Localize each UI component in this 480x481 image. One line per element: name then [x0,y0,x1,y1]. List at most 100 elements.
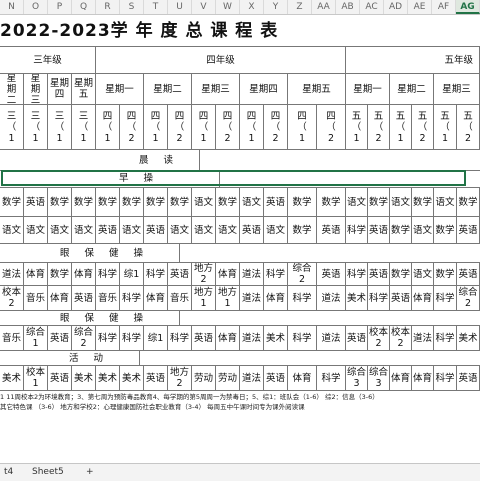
column-header[interactable]: Y [264,0,288,14]
table-cell[interactable]: 语文 [72,217,96,243]
day-cell[interactable]: 星 期 三 [24,74,48,104]
table-cell[interactable]: 语文 [0,217,24,243]
table-cell[interactable]: 科学 [96,326,120,350]
eye-exercise-label[interactable]: 眼 保 健 操 [0,244,180,262]
table-cell[interactable]: 科学 [317,366,346,390]
table-cell[interactable]: 英语 [24,188,48,216]
table-cell[interactable]: 语文 [240,188,264,216]
class-cell[interactable]: 四 （ 1 [96,105,120,149]
table-cell[interactable]: 英语 [346,326,368,350]
column-header-selected[interactable]: AG [456,0,480,14]
table-cell[interactable]: 体育 [412,286,434,310]
table-cell[interactable]: 体育 [144,286,168,310]
table-cell[interactable]: 道法 [240,366,264,390]
table-cell[interactable]: 地方 2 [168,366,192,390]
table-cell[interactable]: 数学 [48,263,72,285]
column-header[interactable]: T [144,0,168,14]
column-header[interactable]: N [0,0,24,14]
table-cell[interactable]: 综合 3 [368,366,390,390]
table-cell[interactable]: 语文 [390,188,412,216]
table-cell[interactable]: 英语 [240,217,264,243]
table-cell[interactable]: 语文 [192,217,216,243]
table-cell[interactable]: 美术 [0,366,24,390]
table-cell[interactable]: 语文 [264,217,288,243]
table-cell[interactable]: 校本 2 [368,326,390,350]
table-cell[interactable]: 数学 [96,188,120,216]
table-cell[interactable]: 综1 [144,326,168,350]
column-header[interactable]: P [48,0,72,14]
table-cell[interactable]: 科学 [144,263,168,285]
table-cell[interactable]: 美术 [457,326,480,350]
table-cell[interactable]: 英语 [317,263,346,285]
table-cell[interactable]: 英语 [368,263,390,285]
column-header[interactable]: U [168,0,192,14]
column-header[interactable]: W [216,0,240,14]
table-cell[interactable]: 道法 [317,326,346,350]
class-cell[interactable]: 五 （ 1 [346,105,368,149]
table-cell[interactable]: 校本 2 [0,286,24,310]
table-cell[interactable]: 语文 [346,188,368,216]
table-cell[interactable]: 英语 [317,217,346,243]
table-cell[interactable]: 数学 [168,188,192,216]
column-header[interactable]: S [120,0,144,14]
table-cell[interactable]: 体育 [390,366,412,390]
column-header[interactable]: R [96,0,120,14]
table-cell[interactable]: 数学 [390,217,412,243]
day-cell[interactable]: 星 期 二 [0,74,24,104]
table-cell[interactable]: 音乐 [0,326,24,350]
day-cell[interactable]: 星期 五 [72,74,96,104]
table-cell[interactable]: 数学 [317,188,346,216]
column-header[interactable]: V [192,0,216,14]
day-cell[interactable]: 星期四 [240,74,288,104]
table-cell[interactable]: 美术 [264,326,288,350]
table-cell[interactable]: 英语 [72,286,96,310]
eye-exercise-label[interactable]: 眼 保 健 操 [0,311,180,325]
table-cell[interactable]: 语文 [192,188,216,216]
column-header[interactable]: O [24,0,48,14]
table-cell[interactable]: 语文 [168,217,192,243]
table-cell[interactable]: 数学 [288,217,317,243]
table-cell[interactable]: 数学 [434,217,457,243]
table-cell[interactable]: 英语 [264,188,288,216]
class-cell[interactable]: 五 （ 1 [434,105,457,149]
table-cell[interactable]: 劳动 [216,366,240,390]
table-cell[interactable]: 数学 [288,188,317,216]
grade-5-header[interactable]: 五年级 [346,47,480,73]
table-cell[interactable]: 体育 [216,263,240,285]
column-header[interactable]: X [240,0,264,14]
day-cell[interactable]: 星期 四 [48,74,72,104]
class-cell[interactable]: 四 （ 2 [120,105,144,149]
column-header[interactable]: AF [432,0,456,14]
class-cell[interactable]: 四 （ 2 [317,105,346,149]
table-cell[interactable]: 科学 [288,286,317,310]
class-cell[interactable]: 三 （ 1 [48,105,72,149]
class-cell[interactable]: 四 （ 2 [216,105,240,149]
table-cell[interactable]: 地方2 [192,263,216,285]
table-cell[interactable]: 科学 [120,286,144,310]
table-cell[interactable]: 语文 [412,217,434,243]
table-cell[interactable]: 综1 [120,263,144,285]
class-cell[interactable]: 五 （ 2 [412,105,434,149]
table-cell[interactable]: 综合 2 [288,263,317,285]
table-cell[interactable]: 音乐 [168,286,192,310]
table-cell[interactable]: 综合 1 [24,326,48,350]
table-cell[interactable]: 英语 [390,286,412,310]
table-cell[interactable]: 音乐 [96,286,120,310]
table-cell[interactable]: 数学 [48,188,72,216]
table-cell[interactable]: 语文 [216,217,240,243]
table-cell[interactable]: 英语 [368,217,390,243]
table-cell[interactable]: 道法 [412,326,434,350]
table-cell[interactable]: 科学 [120,326,144,350]
grade-4-header[interactable]: 四年级 [96,47,346,73]
table-cell[interactable]: 美术 [346,286,368,310]
class-cell[interactable]: 五 （ 2 [368,105,390,149]
table-cell[interactable]: 科学 [96,263,120,285]
table-cell[interactable]: 语文 [120,217,144,243]
table-cell[interactable]: 数学 [0,188,24,216]
day-cell[interactable]: 星期二 [144,74,192,104]
class-cell[interactable]: 五 （ 1 [390,105,412,149]
column-header[interactable]: AB [336,0,360,14]
table-cell[interactable]: 英语 [168,263,192,285]
table-cell[interactable]: 英语 [264,366,288,390]
table-cell[interactable]: 英语 [48,326,72,350]
